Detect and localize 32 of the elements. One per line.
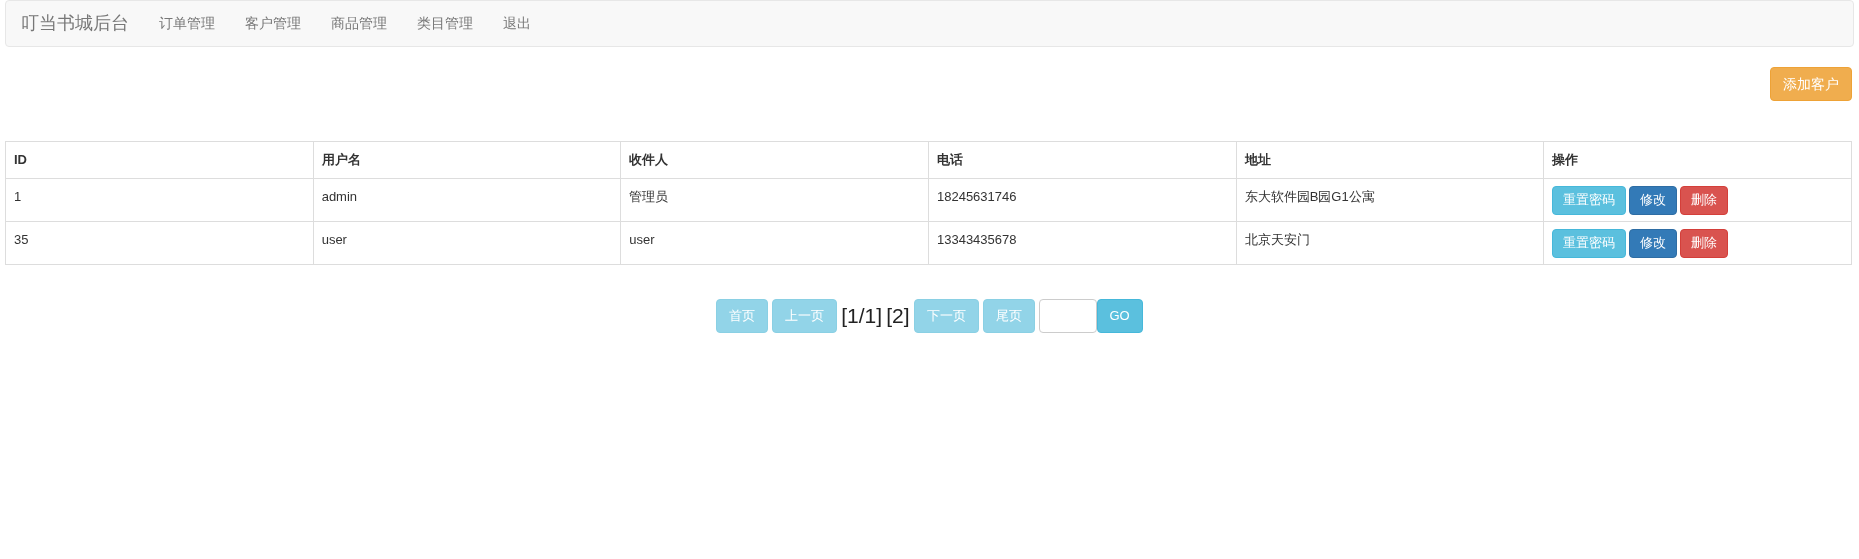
table-cell: 35 [14, 232, 29, 247]
column-header: ID [14, 152, 27, 168]
reset-password-button[interactable]: 重置密码 [1552, 185, 1627, 215]
table-cell: user [321, 232, 347, 247]
column-header: 电话 [936, 152, 963, 168]
pager-button[interactable]: GO [1096, 299, 1143, 333]
edit-button[interactable]: 修改 [1629, 228, 1678, 258]
table-cell: admin [321, 189, 358, 204]
table-cell: 管理员 [629, 189, 669, 204]
table-cell: 13343435678 [936, 232, 1017, 247]
column-header: 地址 [1244, 152, 1271, 168]
nav-link[interactable]: 客户管理 [230, 13, 316, 34]
table-cell: 北京天安门 [1244, 232, 1310, 247]
nav-link[interactable]: 退出 [488, 13, 546, 34]
nav-link[interactable]: 订单管理 [144, 13, 230, 34]
nav-link[interactable]: 商品管理 [316, 13, 402, 34]
column-header: 用户名 [321, 152, 361, 168]
reset-password-button[interactable]: 重置密码 [1552, 228, 1627, 258]
column-header: 收件人 [629, 152, 669, 168]
nav-link[interactable]: 类目管理 [402, 13, 488, 34]
page-indicator: [2] [886, 303, 910, 330]
table-cell: user [629, 232, 655, 247]
table-cell: 1 [14, 189, 22, 204]
page-indicator: [1/1] [841, 303, 883, 330]
delete-button[interactable]: 删除 [1680, 228, 1729, 258]
page-number-field[interactable] [1038, 299, 1097, 333]
delete-button[interactable]: 删除 [1680, 185, 1729, 215]
edit-button[interactable]: 修改 [1629, 185, 1678, 215]
brand-title[interactable]: 叮当书城后台 [21, 10, 129, 37]
table-cell: 18245631746 [936, 189, 1017, 204]
table-cell: 东大软件园B园G1公寓 [1244, 189, 1375, 204]
column-header: 操作 [1552, 152, 1579, 168]
